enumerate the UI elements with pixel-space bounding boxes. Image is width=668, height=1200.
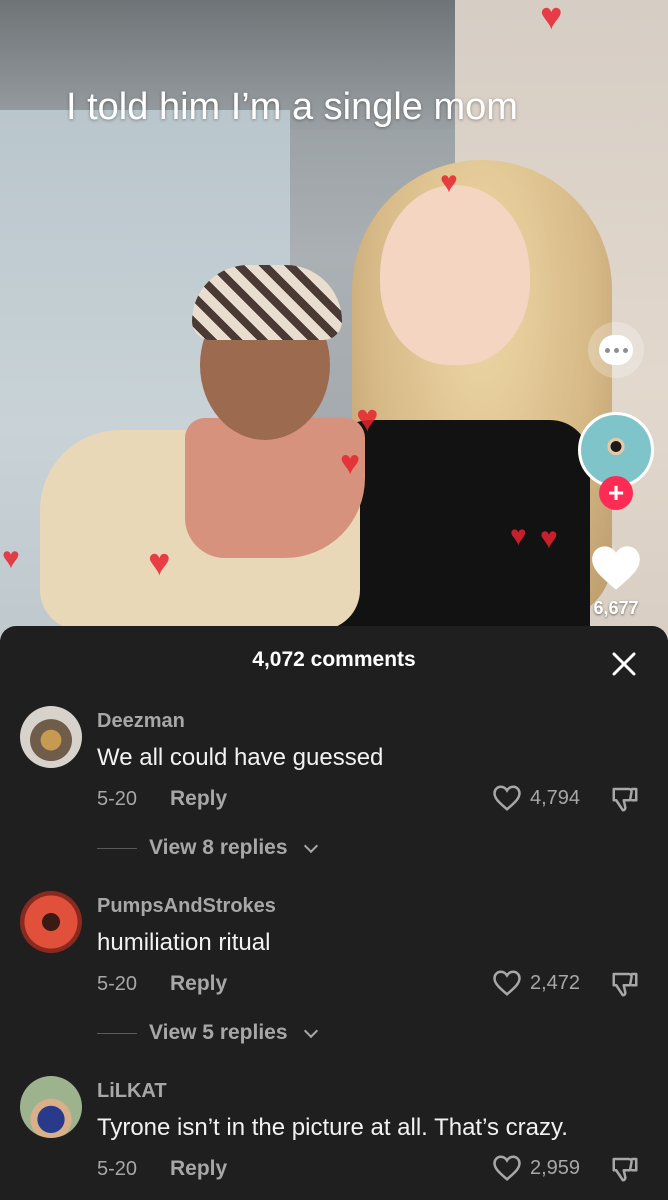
floating-heart-icon: ♥ [148,542,171,584]
floating-heart-icon: ♥ [440,166,458,199]
comment-date: 5-20 [97,1158,138,1180]
like-button[interactable] [588,540,644,596]
comments-count-title: 4,072 comments [252,648,416,671]
follow-button[interactable]: + [599,476,633,510]
comment-username[interactable]: LiLKAT [97,1080,167,1103]
video-caption: I told him I’m a single mom [66,86,518,128]
view-replies-button[interactable]: View 5 replies [97,1021,318,1045]
comment-like-button[interactable]: 2,472 [492,969,580,997]
floating-heart-icon: ♥ [356,398,379,440]
close-icon [612,652,636,676]
comment-like-count: 2,959 [530,1156,581,1179]
avatar[interactable] [20,891,82,953]
view-replies-label: View 8 replies [149,836,288,859]
floating-heart-icon: ♥ [540,522,558,555]
video-player[interactable]: ♥ ♥ ♥ ♥ ♥ ♥ ♥ ♥ I told him I’m a single … [0,0,668,640]
comment-bubble-icon [599,335,633,365]
heart-outline-icon [493,970,521,996]
floating-heart-icon: ♥ [2,542,20,575]
close-button[interactable] [604,644,644,684]
comments-sheet: 4,072 comments Deezman We all could have… [0,626,668,1200]
like-count: 6,677 [593,598,639,618]
comment-text: We all could have guessed [97,744,384,771]
comment-username[interactable]: PumpsAndStrokes [97,895,276,918]
dislike-button[interactable] [609,969,641,1004]
heart-outline-icon [493,785,521,811]
view-replies-label: View 5 replies [149,1021,288,1044]
comment-like-count: 4,794 [530,786,581,809]
comment-like-count: 2,472 [530,971,581,994]
view-replies-button[interactable]: View 8 replies [97,836,318,860]
thumbs-down-icon [612,972,638,997]
comment-like-button[interactable]: 4,794 [492,784,580,812]
divider [97,847,137,849]
dislike-button[interactable] [609,1154,641,1189]
comment-text: Tyrone isn’t in the picture at all. That… [97,1114,568,1141]
heart-icon [592,546,640,590]
thumbs-down-icon [612,1157,638,1182]
reply-button[interactable]: Reply [170,972,227,996]
plus-icon: + [607,477,625,508]
comment-date: 5-20 [97,973,138,995]
reply-button[interactable]: Reply [170,787,227,811]
video-figure [192,265,342,340]
comment-username[interactable]: Deezman [97,710,185,733]
dislike-button[interactable] [609,784,641,819]
floating-heart-icon: ♥ [510,520,527,551]
avatar[interactable] [20,706,82,768]
divider [97,1032,137,1034]
avatar[interactable] [20,1076,82,1138]
floating-heart-icon: ♥ [540,0,563,38]
floating-heart-icon: ♥ [340,444,361,482]
heart-outline-icon [493,1155,521,1181]
comment-date: 5-20 [97,788,138,810]
comment-button[interactable] [588,322,644,378]
comment-text: humiliation ritual [97,929,271,956]
reply-button[interactable]: Reply [170,1157,227,1181]
video-figure [380,185,530,365]
chevron-down-icon [303,838,318,854]
chevron-down-icon [303,1023,318,1039]
thumbs-down-icon [612,787,638,812]
comment-like-button[interactable]: 2,959 [492,1154,580,1182]
